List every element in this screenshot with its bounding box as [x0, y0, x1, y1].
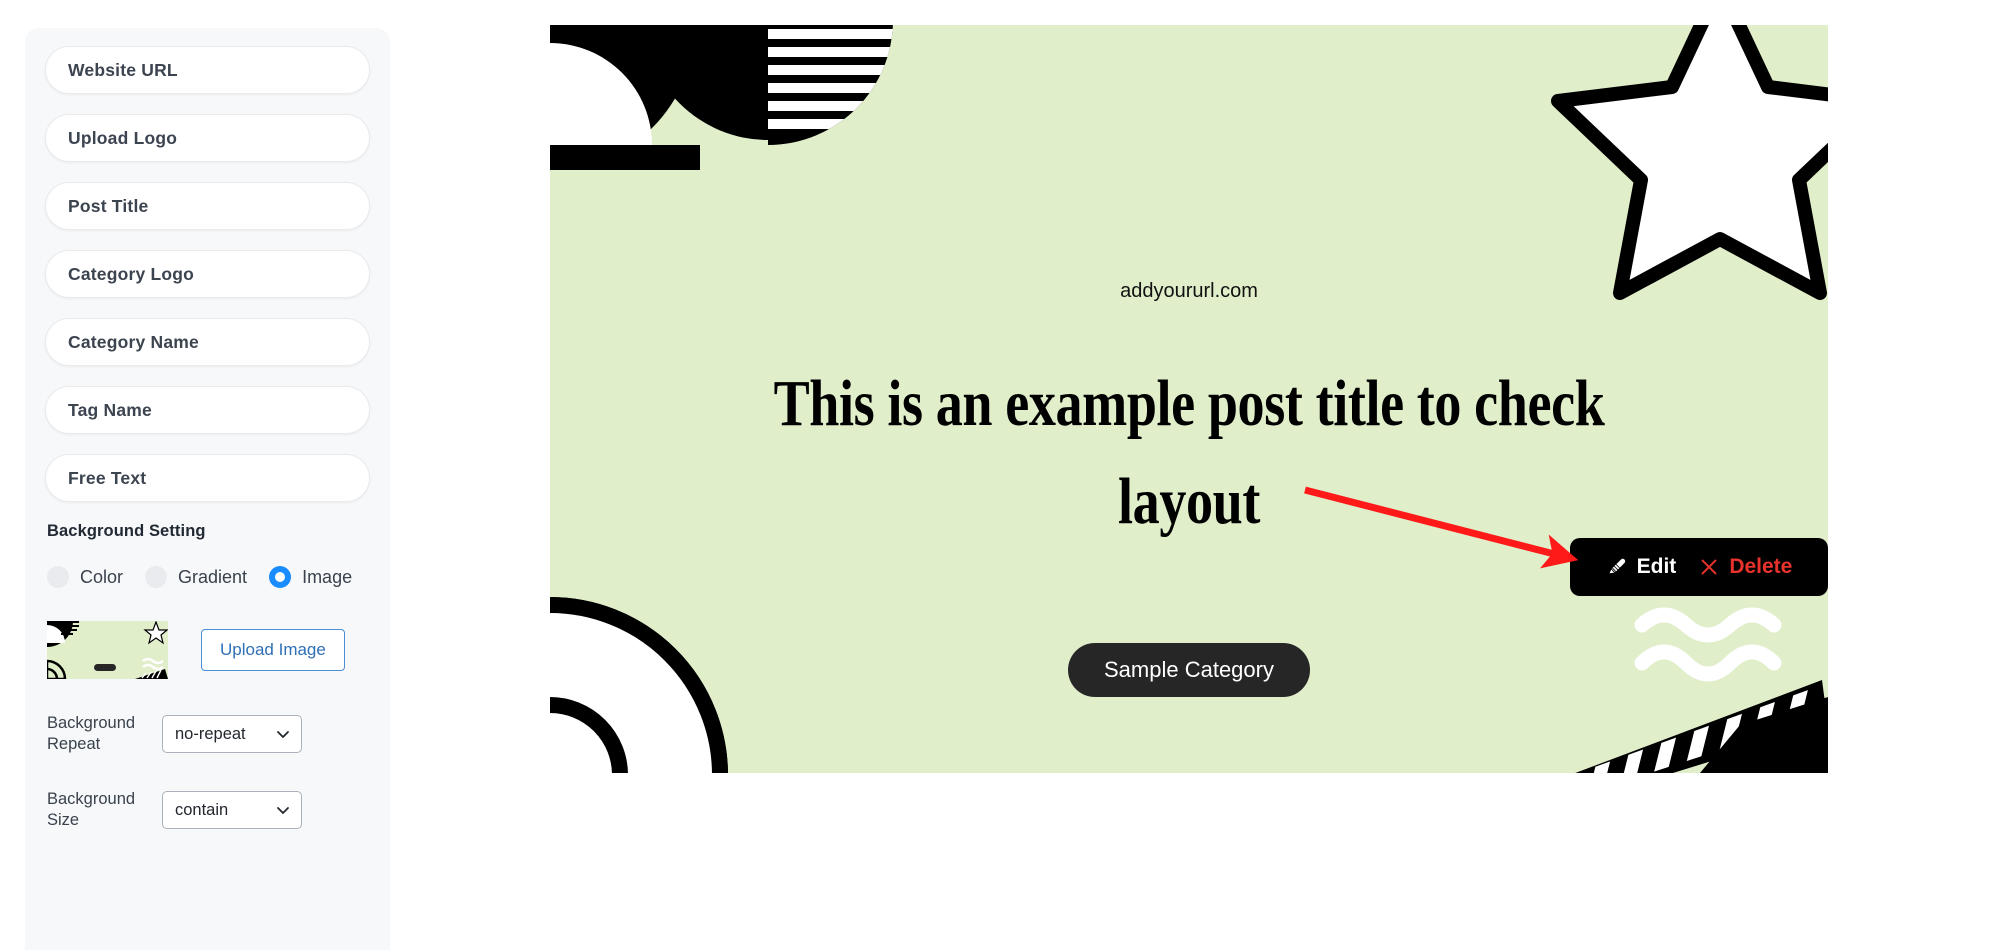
settings-sidebar: Website URL Upload Logo Post Title Categ…: [25, 28, 390, 950]
background-size-label: Background Size: [47, 790, 136, 829]
background-repeat-select[interactable]: no-repeat: [162, 715, 302, 753]
background-setting-heading: Background Setting: [47, 522, 206, 540]
background-type-radio-group: Color Gradient Image: [45, 566, 370, 588]
canvas-category-chip[interactable]: Sample Category: [1068, 643, 1310, 697]
radio-circle-icon: [47, 566, 69, 588]
upload-image-button[interactable]: Upload Image: [201, 629, 345, 671]
field-free-text[interactable]: Free Text: [45, 454, 370, 502]
background-image-thumbnail: [47, 621, 168, 679]
radio-circle-selected-icon: [269, 566, 292, 588]
post-preview-canvas[interactable]: addyoururl.com This is an example post t…: [550, 25, 1828, 773]
canvas-website-url: addyoururl.com: [1120, 280, 1258, 302]
field-label: Category Logo: [68, 263, 195, 284]
background-size-row: Background Size contain: [45, 789, 370, 831]
radio-option-color[interactable]: Color: [47, 566, 123, 588]
field-label: Website URL: [68, 59, 178, 80]
field-label: Post Title: [68, 195, 149, 216]
close-x-icon: [1701, 559, 1717, 575]
field-label: Free Text: [68, 467, 147, 488]
background-repeat-value: no-repeat: [175, 724, 246, 743]
field-post-title[interactable]: Post Title: [45, 182, 370, 230]
chevron-down-icon: [277, 731, 289, 738]
field-category-name[interactable]: Category Name: [45, 318, 370, 366]
field-label: Tag Name: [68, 399, 152, 420]
field-label: Category Name: [68, 331, 199, 352]
radio-label: Color: [80, 566, 124, 587]
edit-button-label: Edit: [1636, 555, 1677, 578]
radio-circle-icon: [145, 566, 168, 588]
pencil-icon: [1607, 557, 1626, 575]
radio-label: Image: [302, 566, 353, 587]
field-website-url[interactable]: Website URL: [45, 46, 370, 94]
element-edit-toolbar: Edit Delete: [1570, 538, 1828, 596]
background-repeat-row: Background Repeat no-repeat: [45, 713, 370, 755]
background-size-value: contain: [175, 800, 229, 819]
delete-button-label: Delete: [1729, 555, 1793, 578]
radio-option-gradient[interactable]: Gradient: [145, 566, 247, 588]
field-category-logo[interactable]: Category Logo: [45, 250, 370, 298]
background-size-select[interactable]: contain: [162, 791, 302, 829]
field-label: Upload Logo: [68, 127, 178, 148]
field-tag-name[interactable]: Tag Name: [45, 386, 370, 434]
radio-label: Gradient: [178, 566, 248, 587]
thumbnail-decor-icon: [47, 621, 168, 679]
field-upload-logo[interactable]: Upload Logo: [45, 114, 370, 162]
background-image-preview-row: Upload Image: [45, 621, 370, 679]
radio-option-image[interactable]: Image: [269, 566, 352, 588]
chevron-down-icon: [277, 807, 289, 814]
canvas-post-title: This is an example post title to check l…: [773, 367, 1605, 538]
app-root: Website URL Upload Logo Post Title Categ…: [0, 0, 1990, 950]
background-repeat-label: Background Repeat: [47, 714, 136, 753]
delete-button[interactable]: Delete: [1698, 555, 1792, 579]
edit-button[interactable]: Edit: [1606, 555, 1677, 579]
upload-image-button-label: Upload Image: [220, 640, 326, 659]
